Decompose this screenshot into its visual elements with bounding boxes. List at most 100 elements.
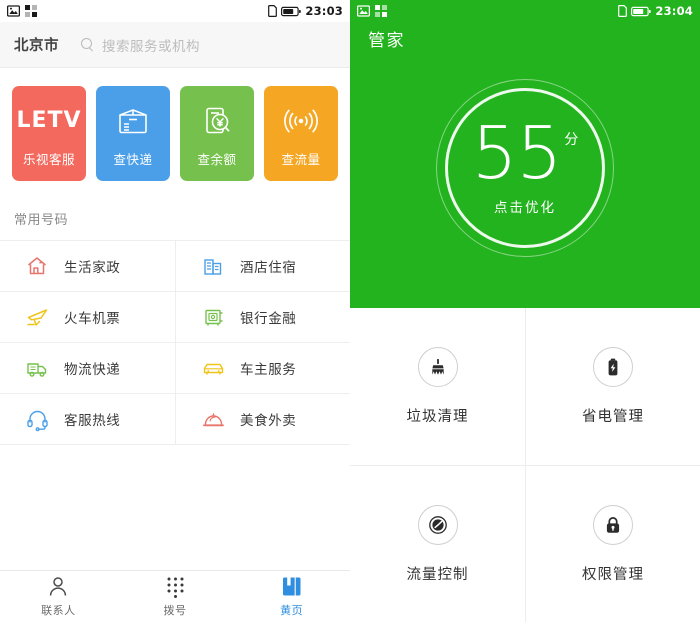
status-bar-notifications bbox=[7, 5, 37, 17]
feature-label: 流量控制 bbox=[406, 567, 469, 583]
score-content: 55 分 点击优化 bbox=[436, 79, 614, 257]
battery-icon bbox=[281, 6, 302, 17]
yuan-balance-icon bbox=[200, 100, 234, 142]
section-title-common-numbers: 常用号码 bbox=[0, 197, 350, 241]
tile-label: 查余额 bbox=[197, 151, 237, 167]
letv-wordmark: LETV bbox=[16, 100, 81, 142]
data-gauge-icon bbox=[417, 505, 458, 545]
lock-icon bbox=[593, 505, 633, 545]
nav-label: 黄页 bbox=[280, 603, 304, 617]
category-row: 物流快递 车主服务 bbox=[0, 343, 350, 394]
city-selector[interactable]: 北京市 bbox=[14, 34, 59, 55]
tile-label: 查流量 bbox=[281, 151, 321, 167]
category-home-services[interactable]: 生活家政 bbox=[0, 241, 175, 291]
bank-safe-icon bbox=[200, 304, 226, 330]
feature-label: 权限管理 bbox=[582, 567, 644, 583]
feature-data-control[interactable]: 流量控制 bbox=[350, 466, 525, 622]
category-food-delivery[interactable]: 美食外卖 bbox=[175, 394, 350, 444]
food-cloche-icon bbox=[200, 406, 226, 432]
search-input-placeholder[interactable]: 搜索服务或机构 bbox=[102, 35, 200, 55]
manager-hero: 23:04 管家 55 分 点击优化 bbox=[350, 0, 700, 308]
status-bar-notifications bbox=[357, 5, 387, 17]
image-icon bbox=[7, 5, 20, 17]
page-title: 管家 bbox=[368, 31, 405, 51]
person-icon bbox=[48, 576, 68, 598]
battery-icon bbox=[631, 6, 652, 17]
clock-time: 23:04 bbox=[655, 4, 693, 18]
status-bar-system: 23:03 bbox=[268, 4, 343, 18]
category-row: 火车机票 银行金融 bbox=[0, 292, 350, 343]
category-bank-finance[interactable]: 银行金融 bbox=[175, 292, 350, 342]
tile-label: 查快递 bbox=[113, 151, 153, 167]
search-icon bbox=[81, 38, 94, 51]
nav-item-dialer[interactable]: 拨号 bbox=[117, 576, 234, 618]
nav-item-contacts[interactable]: 联系人 bbox=[0, 576, 117, 618]
tile-label: 乐视客服 bbox=[22, 151, 75, 167]
category-car-owner[interactable]: 车主服务 bbox=[175, 343, 350, 393]
score-unit: 分 bbox=[564, 131, 579, 148]
nav-label: 联系人 bbox=[41, 603, 76, 617]
tile-check-data[interactable]: 查流量 bbox=[264, 86, 338, 181]
status-bar-system: 23:04 bbox=[618, 4, 693, 18]
right-status-bar: 23:04 bbox=[350, 0, 700, 22]
category-logistics[interactable]: 物流快递 bbox=[0, 343, 175, 393]
category-label: 物流快递 bbox=[64, 362, 121, 378]
optimize-cta-label[interactable]: 点击优化 bbox=[494, 196, 556, 216]
yellow-pages-book-icon bbox=[282, 576, 302, 598]
feature-row: 垃圾清理 省电管理 bbox=[350, 308, 700, 466]
category-row: 生活家政 酒店住宿 bbox=[0, 241, 350, 292]
feature-label: 省电管理 bbox=[582, 409, 644, 425]
house-icon bbox=[24, 253, 50, 279]
dialpad-icon bbox=[165, 576, 186, 598]
category-grid: 生活家政 酒店住宿 火车机票 银行金融 物流快递 车主服务 客服热线 美食外卖 bbox=[0, 241, 350, 445]
qr-grid-icon bbox=[375, 5, 387, 17]
category-label: 银行金融 bbox=[240, 311, 297, 327]
left-phone-screen: 23:03 北京市 搜索服务或机构 LETV 乐视客服 查快递 查余额 查流量 … bbox=[0, 0, 350, 622]
score-value: 55 bbox=[471, 110, 563, 195]
sim-card-icon bbox=[268, 5, 278, 17]
right-phone-screen: 23:04 管家 55 分 点击优化 垃圾清理 省电管理 流量控制 权限管理 bbox=[350, 0, 700, 622]
sim-card-icon bbox=[618, 5, 628, 17]
feature-junk-clean[interactable]: 垃圾清理 bbox=[350, 308, 525, 465]
nav-item-yellow-pages[interactable]: 黄页 bbox=[233, 576, 350, 618]
bottom-navigation: 联系人 拨号 黄页 bbox=[0, 570, 350, 622]
category-customer-hotline[interactable]: 客服热线 bbox=[0, 394, 175, 444]
tile-letv-support[interactable]: LETV 乐视客服 bbox=[12, 86, 86, 181]
category-label: 火车机票 bbox=[64, 311, 121, 327]
hotel-building-icon bbox=[200, 253, 226, 279]
package-box-icon bbox=[116, 100, 150, 142]
category-label: 生活家政 bbox=[64, 260, 121, 276]
image-icon bbox=[357, 5, 370, 17]
feature-power-save[interactable]: 省电管理 bbox=[525, 308, 700, 465]
feature-row: 流量控制 权限管理 bbox=[350, 466, 700, 622]
category-hotel[interactable]: 酒店住宿 bbox=[175, 241, 350, 291]
signal-waves-icon bbox=[283, 100, 319, 142]
nav-label: 拨号 bbox=[163, 603, 187, 617]
car-icon bbox=[200, 355, 226, 381]
feature-label: 垃圾清理 bbox=[406, 409, 469, 425]
tile-track-package[interactable]: 查快递 bbox=[96, 86, 170, 181]
score-line: 55 分 bbox=[471, 110, 579, 195]
headset-icon bbox=[24, 406, 50, 432]
tile-check-balance[interactable]: 查余额 bbox=[180, 86, 254, 181]
category-label: 车主服务 bbox=[240, 362, 297, 378]
letv-word: LETV bbox=[16, 108, 82, 133]
qr-grid-icon bbox=[25, 5, 37, 17]
category-label: 美食外卖 bbox=[240, 413, 297, 429]
battery-bolt-icon bbox=[593, 347, 633, 387]
search-bar[interactable]: 北京市 搜索服务或机构 bbox=[0, 22, 350, 68]
feature-grid: 垃圾清理 省电管理 流量控制 权限管理 bbox=[350, 308, 700, 622]
category-label: 客服热线 bbox=[64, 413, 121, 429]
optimization-score-dial[interactable]: 55 分 点击优化 bbox=[436, 79, 614, 257]
clock-time: 23:03 bbox=[305, 4, 343, 18]
left-status-bar: 23:03 bbox=[0, 0, 350, 22]
dual-screenshot-container: 23:03 北京市 搜索服务或机构 LETV 乐视客服 查快递 查余额 查流量 … bbox=[0, 0, 700, 622]
feature-permissions[interactable]: 权限管理 bbox=[525, 466, 700, 622]
airplane-icon bbox=[24, 304, 50, 330]
category-train-flight[interactable]: 火车机票 bbox=[0, 292, 175, 342]
delivery-truck-icon bbox=[24, 355, 50, 381]
quick-service-tiles: LETV 乐视客服 查快递 查余额 查流量 bbox=[0, 68, 350, 197]
broom-clean-icon bbox=[417, 347, 458, 387]
category-label: 酒店住宿 bbox=[240, 260, 297, 276]
category-row: 客服热线 美食外卖 bbox=[0, 394, 350, 445]
